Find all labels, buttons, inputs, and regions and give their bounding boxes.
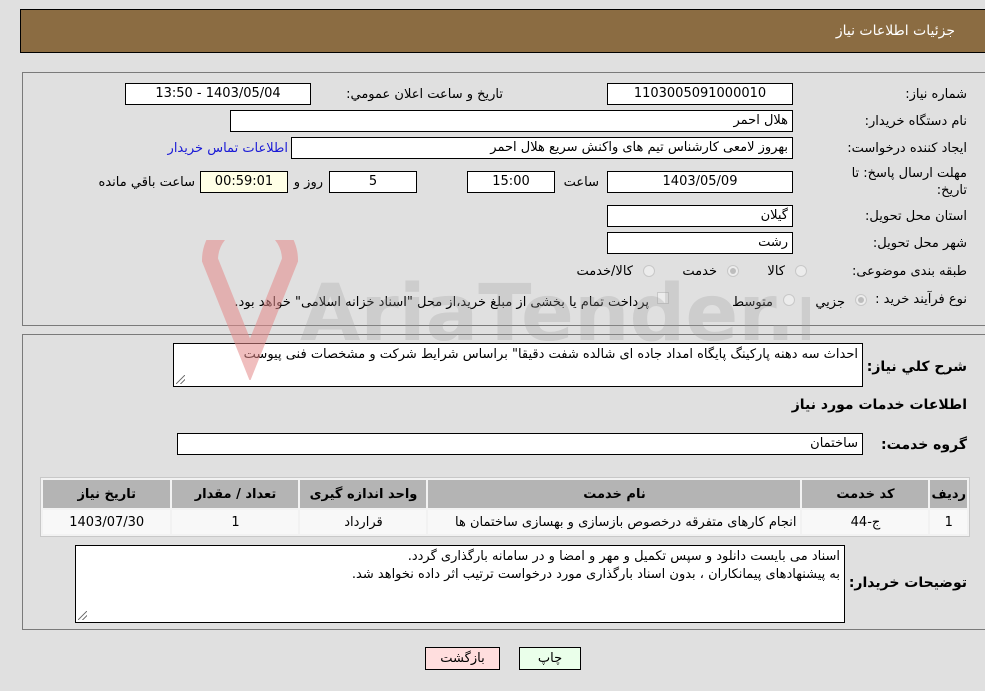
col-service-code: کد خدمت [802, 480, 929, 508]
cell-quantity: 1 [172, 510, 299, 534]
category-radio-goods-service[interactable] [643, 265, 655, 277]
services-heading: اطلاعات خدمات مورد نیاز [791, 397, 967, 413]
category-label: طبقه بندی موضوعی: [851, 264, 967, 279]
description-label: شرح کلي نیاز: [866, 359, 967, 375]
page-header: جزئیات اطلاعات نیاز [20, 9, 985, 53]
treasury-checkbox[interactable] [657, 292, 669, 304]
purchase-option-minor: جزيي [815, 295, 845, 310]
treasury-note: پرداخت تمام یا بخشی از مبلغ خرید،از محل … [234, 295, 649, 310]
purchase-radio-minor[interactable] [855, 294, 867, 306]
col-unit: واحد اندازه گیری [300, 480, 427, 508]
services-table: ردیف کد خدمت نام خدمت واحد اندازه گیری ت… [40, 477, 970, 537]
buyer-contact-link[interactable]: اطلاعات تماس خریدار [168, 141, 288, 156]
cell-service-name: انجام کارهای متفرقه درخصوص بازسازی و بهس… [428, 510, 801, 534]
purchase-radio-medium[interactable] [783, 294, 795, 306]
cell-service-code: ج-44 [802, 510, 929, 534]
cell-unit: قرارداد [300, 510, 427, 534]
print-button[interactable]: چاپ [519, 647, 581, 670]
need-details-panel: شرح کلي نیاز: احداث سه دهنه پارکینگ پایگ… [22, 334, 985, 630]
resize-grip-icon[interactable] [78, 611, 87, 620]
back-button[interactable]: بازگشت [425, 647, 500, 670]
col-row-number: ردیف [930, 480, 967, 508]
purchase-type-label: نوع فرآیند خرید : [875, 292, 967, 307]
description-textarea[interactable]: احداث سه دهنه پارکینگ پایگاه امداد جاده … [173, 343, 863, 387]
cell-row-number: 1 [930, 510, 967, 534]
remaining-time-label: ساعت باقي مانده [98, 175, 195, 190]
deadline-label: مهلت ارسال پاسخ: تا تاریخ: [852, 165, 967, 199]
days-label: روز و [293, 175, 323, 190]
buyer-org-field[interactable]: هلال احمر [230, 110, 793, 132]
deadline-label-line1: مهلت ارسال پاسخ: تا [851, 166, 967, 181]
buyer-org-label: نام دستگاه خریدار: [864, 114, 967, 129]
description-text: احداث سه دهنه پارکینگ پایگاه امداد جاده … [243, 347, 858, 362]
buyer-notes-textarea[interactable]: اسناد می بایست دانلود و سپس تکمیل و مهر … [75, 545, 845, 623]
need-number-label: شماره نیاز: [905, 87, 967, 102]
city-field[interactable]: رشت [607, 232, 793, 254]
service-group-label: گروه خدمت: [881, 437, 967, 453]
requester-field[interactable]: بهروز لامعی کارشناس تیم های واکنش سریع ه… [291, 137, 793, 159]
requester-label: ایجاد کننده درخواست: [847, 141, 967, 156]
category-option-service: خدمت [682, 264, 717, 279]
remaining-days-field[interactable]: 5 [329, 171, 417, 193]
deadline-label-line2: تاریخ: [936, 183, 967, 198]
deadline-date-field[interactable]: 1403/05/09 [607, 171, 793, 193]
category-option-goods: کالا [767, 264, 785, 279]
announce-datetime-field[interactable]: 1403/05/04 - 13:50 [125, 83, 311, 105]
announce-datetime-label: تاریخ و ساعت اعلان عمومي: [346, 87, 503, 102]
category-radio-goods[interactable] [795, 265, 807, 277]
buyer-notes-label: توضیحات خریدار: [848, 575, 967, 591]
buyer-notes-line2: به پیشنهادهای پیمانکاران ، بدون اسناد با… [351, 567, 840, 582]
page-title: جزئیات اطلاعات نیاز [835, 23, 955, 39]
table-header-row: ردیف کد خدمت نام خدمت واحد اندازه گیری ت… [43, 480, 967, 508]
need-number-field[interactable]: 1103005091000010 [607, 83, 793, 105]
category-option-goods-service: کالا/خدمت [576, 264, 633, 279]
province-label: استان محل تحویل: [865, 209, 967, 224]
col-quantity: تعداد / مقدار [172, 480, 299, 508]
purchase-option-medium: متوسط [732, 295, 773, 310]
cell-need-date: 1403/07/30 [43, 510, 171, 534]
province-field[interactable]: گیلان [607, 205, 793, 227]
deadline-time-field[interactable]: 15:00 [467, 171, 555, 193]
resize-grip-icon[interactable] [176, 375, 185, 384]
remaining-time-field[interactable]: 00:59:01 [200, 171, 288, 193]
city-label: شهر محل تحویل: [872, 236, 967, 251]
col-need-date: تاریخ نیاز [43, 480, 171, 508]
service-group-field[interactable]: ساختمان [177, 433, 863, 455]
deadline-time-label: ساعت [563, 175, 599, 190]
need-info-panel: شماره نیاز: 1103005091000010 تاریخ و ساع… [22, 72, 985, 326]
category-radio-service[interactable] [727, 265, 739, 277]
buyer-notes-line1: اسناد می بایست دانلود و سپس تکمیل و مهر … [407, 549, 840, 564]
table-row: 1 ج-44 انجام کارهای متفرقه درخصوص بازساز… [43, 510, 967, 534]
col-service-name: نام خدمت [428, 480, 801, 508]
